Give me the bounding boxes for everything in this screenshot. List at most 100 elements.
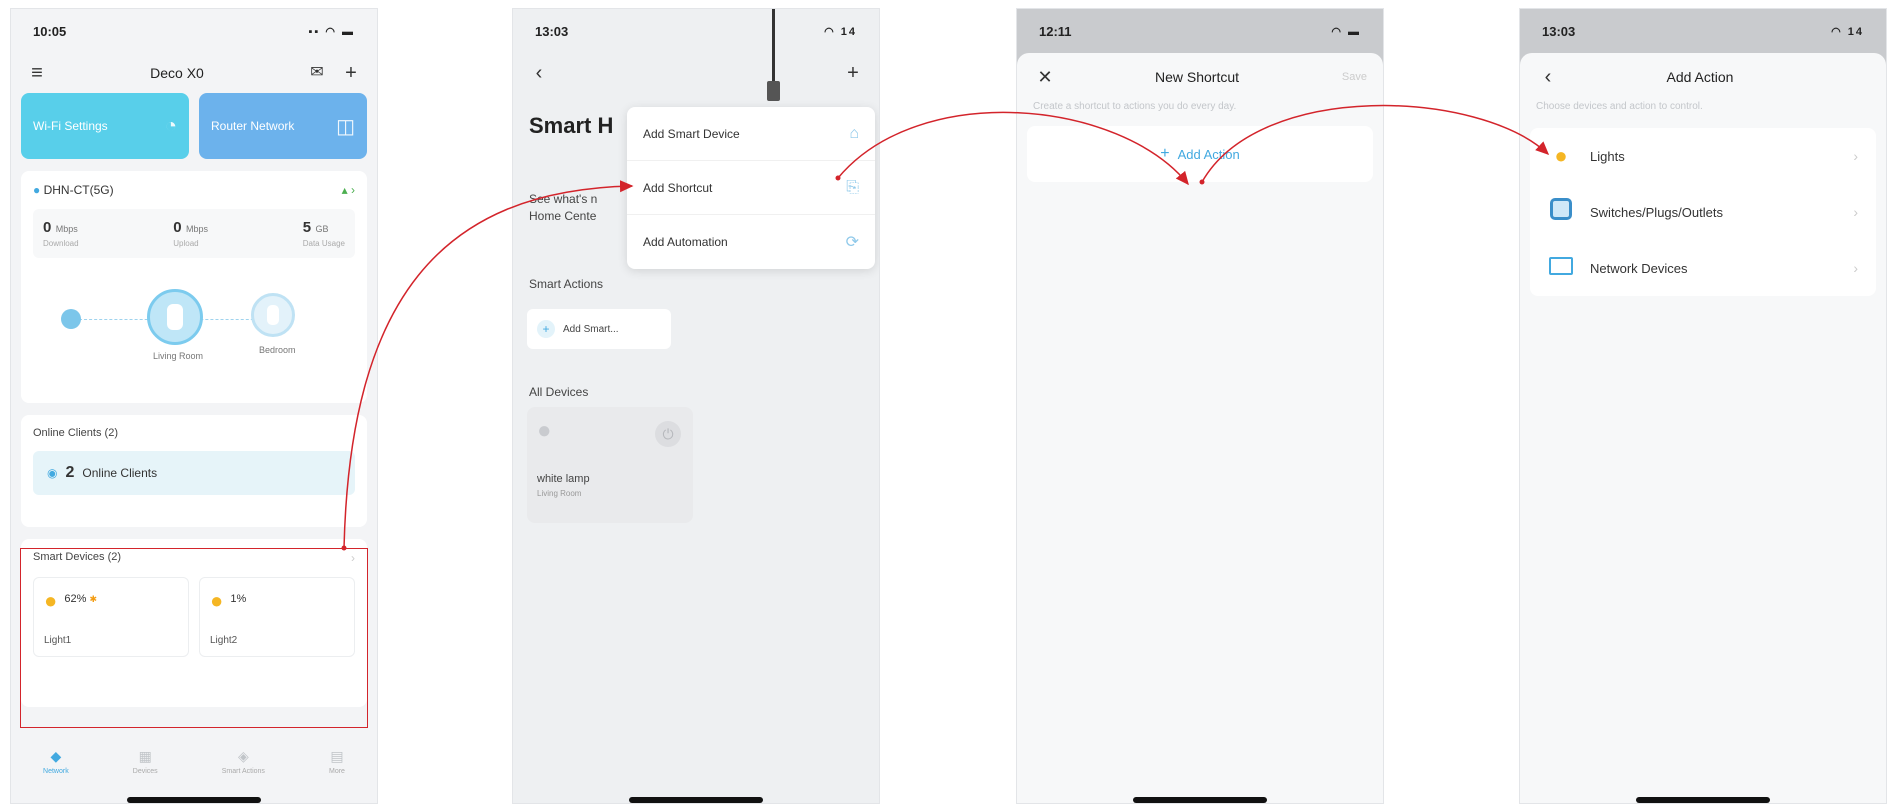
home-indicator xyxy=(1133,797,1267,803)
device-room: Living Room xyxy=(537,489,582,498)
add-icon[interactable]: + xyxy=(339,62,363,85)
status-time: 12:11 xyxy=(1039,23,1072,39)
tab-more[interactable]: ▤ More xyxy=(329,748,345,775)
phone-screen-new-shortcut: 12:11 ◠ ▬ ✕ New Shortcut Save Create a s… xyxy=(1016,8,1384,804)
upload-unit: Mbps xyxy=(186,224,209,234)
banner-line-2: Home Cente xyxy=(529,209,597,223)
tab-more-label: More xyxy=(329,767,345,775)
status-bar: 13:03 ◠ 14 xyxy=(513,9,879,53)
status-icons: ◠ 14 xyxy=(824,25,857,38)
device-card-white-lamp[interactable]: ● ⏻ white lamp Living Room xyxy=(527,407,693,523)
router-network-tile[interactable]: Router Network ◫ xyxy=(199,93,367,159)
power-icon[interactable]: ⏻ xyxy=(655,421,681,447)
list-item-switches[interactable]: Switches/Plugs/Outlets › xyxy=(1530,184,1876,240)
cable-decoration xyxy=(772,9,775,85)
network-tab-icon: ◆ xyxy=(50,747,62,764)
add-action-label: Add Action xyxy=(1177,146,1240,162)
status-icons: ▪▪ ◠ ▬ xyxy=(308,25,355,38)
list-item-network-devices[interactable]: Network Devices › xyxy=(1530,240,1876,296)
devices-tab-icon: ▦ xyxy=(138,747,152,764)
network-topology: Living Room Bedroom xyxy=(21,281,367,391)
bulb-icon: ● xyxy=(1554,143,1568,168)
add-smart-action-button[interactable]: + Add Smart... xyxy=(527,309,671,349)
chevron-right-icon: › xyxy=(1853,148,1858,164)
smart-actions-tab-icon: ◈ xyxy=(237,747,249,764)
quick-tiles: Wi-Fi Settings ◔ Router Network ◫ xyxy=(11,93,377,159)
upload-value: 0 xyxy=(173,219,182,236)
add-smart-label: Add Smart... xyxy=(563,323,619,335)
satellite-deco-node-icon[interactable] xyxy=(251,293,295,337)
data-usage-label: Data Usage xyxy=(302,239,345,248)
home-center-banner[interactable]: See what's n Home Cente xyxy=(529,191,597,225)
network-card[interactable]: ● DHN-CT(5G) ▴ › 0 Mbps Download 0 Mbps … xyxy=(21,171,367,403)
plus-icon: + xyxy=(1160,145,1170,162)
tab-smart-actions[interactable]: ◈ Smart Actions xyxy=(222,748,265,775)
router-icon: ◫ xyxy=(336,115,355,138)
list-item-lights[interactable]: ● Lights › xyxy=(1530,128,1876,184)
network-status-dot: ● xyxy=(33,183,44,197)
download-value: 0 xyxy=(43,219,52,236)
add-action-button[interactable]: + Add Action xyxy=(1027,126,1373,182)
status-bar: 12:11 ◠ ▬ xyxy=(1017,9,1383,53)
internet-node-icon xyxy=(61,309,81,329)
top-nav: ≡ Deco X0 ✉ + xyxy=(11,53,377,93)
plus-icon: + xyxy=(537,320,555,338)
monitor-icon xyxy=(1548,255,1574,281)
status-bar: 13:03 ◠ 14 xyxy=(1520,9,1886,53)
top-nav: ‹ + xyxy=(513,53,879,93)
main-deco-node-icon[interactable] xyxy=(147,289,203,345)
menu-item-add-shortcut[interactable]: Add Shortcut ⎘ xyxy=(627,161,875,215)
smart-actions-heading: Smart Actions xyxy=(529,277,604,291)
sheet-title: Add Action xyxy=(1666,69,1734,85)
wifi-icon: ◔ xyxy=(164,114,177,137)
data-usage-stat: 5 GB Data Usage xyxy=(303,219,345,248)
bottom-tab-bar: ◆ Network ▦ Devices ◈ Smart Actions ▤ More xyxy=(11,739,377,783)
menu-item-add-automation[interactable]: Add Automation ⟳ xyxy=(627,215,875,269)
sheet-header: ✕ New Shortcut Save xyxy=(1017,53,1383,101)
shortcut-icon: ⎘ xyxy=(846,178,859,196)
tab-network[interactable]: ◆ Network xyxy=(43,748,69,775)
status-icons: ◠ 14 xyxy=(1831,25,1864,38)
home-indicator xyxy=(629,797,763,803)
action-category-list: ● Lights › Switches/Plugs/Outlets › Netw… xyxy=(1530,128,1876,296)
data-usage-value: 5 xyxy=(302,219,312,236)
more-tab-icon: ▤ xyxy=(330,747,344,764)
status-time: 13:03 xyxy=(1542,23,1576,39)
back-icon[interactable]: ‹ xyxy=(1536,66,1560,89)
smart-device-icon: ⌂ xyxy=(849,124,859,142)
clients-icon: ◉ xyxy=(47,466,58,480)
new-shortcut-sheet: ✕ New Shortcut Save Create a shortcut to… xyxy=(1017,53,1383,803)
network-name: DHN-CT(5G) xyxy=(43,183,114,197)
save-button[interactable]: Save xyxy=(1337,71,1367,83)
menu-item-add-smart-device[interactable]: Add Smart Device ⌂ xyxy=(627,107,875,161)
upload-label: Upload xyxy=(173,239,199,248)
wifi-settings-tile[interactable]: Wi-Fi Settings ◔ xyxy=(21,93,189,159)
online-clients-pill[interactable]: ◉ 2 Online Clients xyxy=(33,451,355,495)
page-title: Smart H xyxy=(529,113,614,138)
online-clients-count: 2 xyxy=(65,464,75,481)
tab-network-label: Network xyxy=(43,767,69,775)
home-indicator xyxy=(127,797,261,803)
menu-icon[interactable]: ≡ xyxy=(25,62,49,85)
sheet-title: New Shortcut xyxy=(1154,69,1240,85)
list-item-label: Switches/Plugs/Outlets xyxy=(1590,204,1723,220)
online-clients-card[interactable]: Online Clients (2) ◉ 2 Online Clients xyxy=(21,415,367,527)
status-bar: 10:05 ▪▪ ◠ ▬ xyxy=(11,9,377,53)
menu-label: Add Shortcut xyxy=(643,180,713,195)
online-clients-text: Online Clients xyxy=(82,466,158,480)
add-icon[interactable]: + xyxy=(841,62,865,85)
list-item-label: Lights xyxy=(1590,148,1625,164)
list-item-label: Network Devices xyxy=(1590,260,1688,276)
signal-icon: ▴ › xyxy=(341,183,355,197)
data-usage-unit: GB xyxy=(315,224,329,234)
mail-icon[interactable]: ✉ xyxy=(305,62,329,85)
network-header: ● DHN-CT(5G) ▴ › xyxy=(33,183,355,197)
tab-devices[interactable]: ▦ Devices xyxy=(133,748,158,775)
sheet-header: ‹ Add Action xyxy=(1520,53,1886,101)
tab-smart-actions-label: Smart Actions xyxy=(221,767,265,775)
switch-icon xyxy=(1548,198,1574,226)
download-unit: Mbps xyxy=(55,224,78,234)
download-stat: 0 Mbps Download xyxy=(43,219,79,248)
close-icon[interactable]: ✕ xyxy=(1033,67,1057,88)
back-icon[interactable]: ‹ xyxy=(527,62,551,85)
